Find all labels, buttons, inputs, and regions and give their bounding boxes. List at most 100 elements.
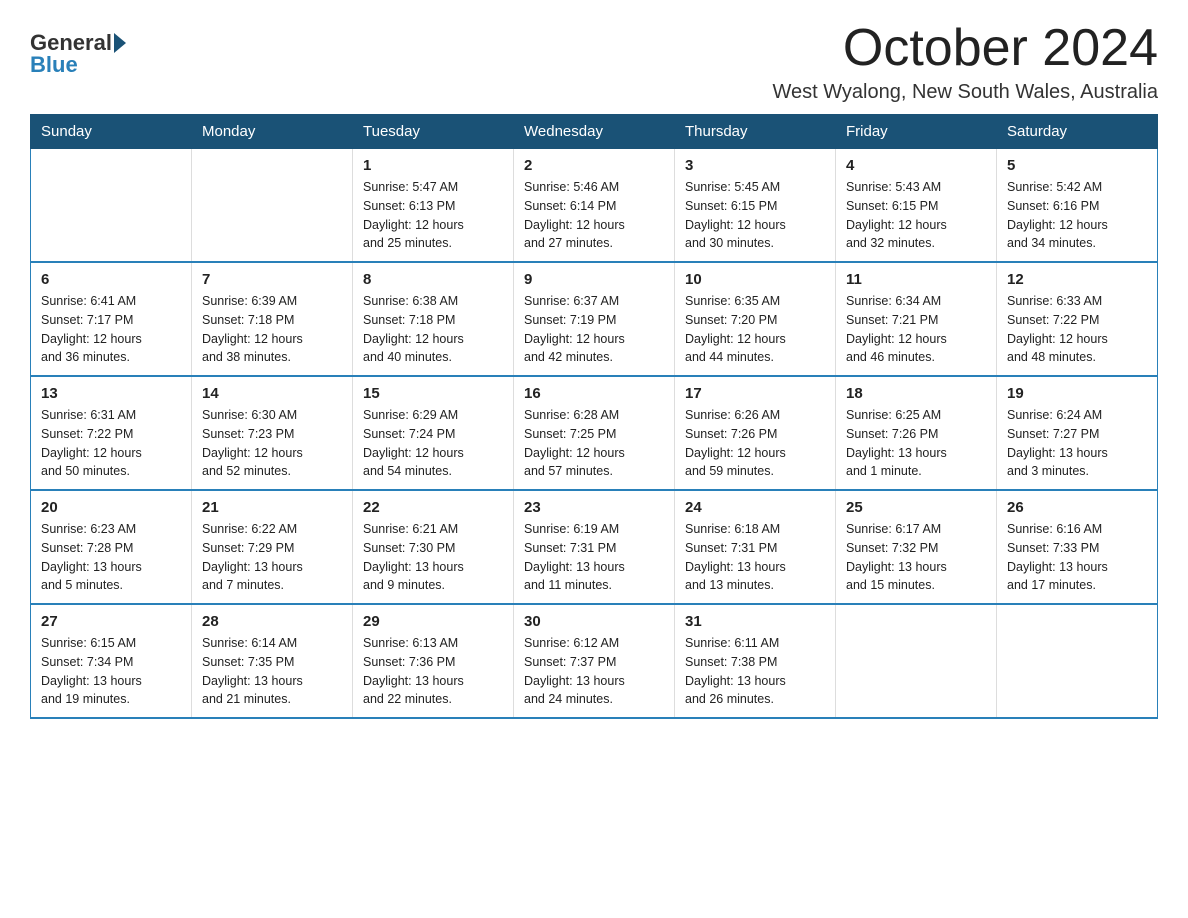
day-number: 5 (1007, 157, 1147, 174)
calendar-cell: 13 Sunrise: 6:31 AM Sunset: 7:22 PM Dayli… (31, 376, 192, 490)
day-info: Sunrise: 5:46 AM Sunset: 6:14 PM Dayligh… (524, 178, 664, 253)
day-info: Sunrise: 6:30 AM Sunset: 7:23 PM Dayligh… (202, 406, 342, 481)
calendar-cell: 24 Sunrise: 6:18 AM Sunset: 7:31 PM Dayli… (675, 490, 836, 604)
day-number: 23 (524, 499, 664, 516)
day-info: Sunrise: 6:31 AM Sunset: 7:22 PM Dayligh… (41, 406, 181, 481)
title-block: October 2024 West Wyalong, New South Wal… (772, 20, 1158, 104)
calendar-cell: 26Sunrise: 6:16 AM Sunset: 7:33 PM Dayli… (997, 490, 1158, 604)
day-number: 4 (846, 157, 986, 174)
day-number: 19 (1007, 385, 1147, 402)
day-number: 24 (685, 499, 825, 516)
day-number: 8 (363, 271, 503, 288)
day-info: Sunrise: 6:34 AM Sunset: 7:21 PM Dayligh… (846, 292, 986, 367)
day-info: Sunrise: 5:42 AM Sunset: 6:16 PM Dayligh… (1007, 178, 1147, 253)
column-header-sunday: Sunday (31, 115, 192, 149)
day-info: Sunrise: 6:41 AM Sunset: 7:17 PM Dayligh… (41, 292, 181, 367)
calendar-cell (192, 149, 353, 263)
day-number: 13 (41, 385, 181, 402)
day-number: 14 (202, 385, 342, 402)
day-number: 17 (685, 385, 825, 402)
calendar-cell: 14 Sunrise: 6:30 AM Sunset: 7:23 PM Dayli… (192, 376, 353, 490)
day-number: 6 (41, 271, 181, 288)
calendar-cell: 23 Sunrise: 6:19 AM Sunset: 7:31 PM Dayli… (514, 490, 675, 604)
day-info: Sunrise: 6:12 AM Sunset: 7:37 PM Dayligh… (524, 634, 664, 709)
calendar-cell (997, 604, 1158, 718)
calendar-cell: 2Sunrise: 5:46 AM Sunset: 6:14 PM Daylig… (514, 149, 675, 263)
calendar-cell: 15 Sunrise: 6:29 AM Sunset: 7:24 PM Dayli… (353, 376, 514, 490)
column-header-wednesday: Wednesday (514, 115, 675, 149)
page-header: General Blue October 2024 West Wyalong, … (30, 20, 1158, 104)
calendar-cell: 5 Sunrise: 5:42 AM Sunset: 6:16 PM Daylig… (997, 149, 1158, 263)
calendar-cell: 16Sunrise: 6:28 AM Sunset: 7:25 PM Dayli… (514, 376, 675, 490)
day-number: 21 (202, 499, 342, 516)
month-title: October 2024 (772, 20, 1158, 77)
day-info: Sunrise: 6:16 AM Sunset: 7:33 PM Dayligh… (1007, 520, 1147, 595)
calendar-cell: 8 Sunrise: 6:38 AM Sunset: 7:18 PM Daylig… (353, 262, 514, 376)
day-number: 3 (685, 157, 825, 174)
day-info: Sunrise: 6:33 AM Sunset: 7:22 PM Dayligh… (1007, 292, 1147, 367)
logo-blue-text: Blue (30, 52, 126, 78)
calendar-cell: 12 Sunrise: 6:33 AM Sunset: 7:22 PM Dayli… (997, 262, 1158, 376)
calendar-cell (31, 149, 192, 263)
day-info: Sunrise: 6:15 AM Sunset: 7:34 PM Dayligh… (41, 634, 181, 709)
day-info: Sunrise: 6:19 AM Sunset: 7:31 PM Dayligh… (524, 520, 664, 595)
calendar-cell: 17Sunrise: 6:26 AM Sunset: 7:26 PM Dayli… (675, 376, 836, 490)
calendar-cell: 1 Sunrise: 5:47 AM Sunset: 6:13 PM Daylig… (353, 149, 514, 263)
day-number: 29 (363, 613, 503, 630)
calendar-cell: 30 Sunrise: 6:12 AM Sunset: 7:37 PM Dayli… (514, 604, 675, 718)
day-info: Sunrise: 6:37 AM Sunset: 7:19 PM Dayligh… (524, 292, 664, 367)
calendar-cell: 4 Sunrise: 5:43 AM Sunset: 6:15 PM Daylig… (836, 149, 997, 263)
day-number: 7 (202, 271, 342, 288)
day-number: 30 (524, 613, 664, 630)
day-number: 16 (524, 385, 664, 402)
calendar-cell: 29 Sunrise: 6:13 AM Sunset: 7:36 PM Dayli… (353, 604, 514, 718)
calendar-cell: 3 Sunrise: 5:45 AM Sunset: 6:15 PM Daylig… (675, 149, 836, 263)
day-info: Sunrise: 6:11 AM Sunset: 7:38 PM Dayligh… (685, 634, 825, 709)
day-info: Sunrise: 6:13 AM Sunset: 7:36 PM Dayligh… (363, 634, 503, 709)
calendar-cell: 28 Sunrise: 6:14 AM Sunset: 7:35 PM Dayli… (192, 604, 353, 718)
calendar-cell (836, 604, 997, 718)
day-number: 25 (846, 499, 986, 516)
calendar-week-3: 13 Sunrise: 6:31 AM Sunset: 7:22 PM Dayli… (31, 376, 1158, 490)
day-number: 28 (202, 613, 342, 630)
calendar-week-4: 20Sunrise: 6:23 AM Sunset: 7:28 PM Dayli… (31, 490, 1158, 604)
day-number: 27 (41, 613, 181, 630)
day-info: Sunrise: 6:25 AM Sunset: 7:26 PM Dayligh… (846, 406, 986, 481)
calendar-table: SundayMondayTuesdayWednesdayThursdayFrid… (30, 114, 1158, 719)
day-number: 12 (1007, 271, 1147, 288)
day-info: Sunrise: 5:45 AM Sunset: 6:15 PM Dayligh… (685, 178, 825, 253)
calendar-week-1: 1 Sunrise: 5:47 AM Sunset: 6:13 PM Daylig… (31, 149, 1158, 263)
day-number: 11 (846, 271, 986, 288)
calendar-cell: 11 Sunrise: 6:34 AM Sunset: 7:21 PM Dayli… (836, 262, 997, 376)
calendar-cell: 10 Sunrise: 6:35 AM Sunset: 7:20 PM Dayli… (675, 262, 836, 376)
day-info: Sunrise: 6:17 AM Sunset: 7:32 PM Dayligh… (846, 520, 986, 595)
calendar-cell: 20Sunrise: 6:23 AM Sunset: 7:28 PM Dayli… (31, 490, 192, 604)
day-number: 10 (685, 271, 825, 288)
day-info: Sunrise: 6:18 AM Sunset: 7:31 PM Dayligh… (685, 520, 825, 595)
calendar-cell: 31Sunrise: 6:11 AM Sunset: 7:38 PM Dayli… (675, 604, 836, 718)
calendar-cell: 27 Sunrise: 6:15 AM Sunset: 7:34 PM Dayli… (31, 604, 192, 718)
day-info: Sunrise: 6:35 AM Sunset: 7:20 PM Dayligh… (685, 292, 825, 367)
column-header-thursday: Thursday (675, 115, 836, 149)
day-number: 18 (846, 385, 986, 402)
day-info: Sunrise: 6:39 AM Sunset: 7:18 PM Dayligh… (202, 292, 342, 367)
day-info: Sunrise: 5:47 AM Sunset: 6:13 PM Dayligh… (363, 178, 503, 253)
day-info: Sunrise: 6:22 AM Sunset: 7:29 PM Dayligh… (202, 520, 342, 595)
calendar-header-row: SundayMondayTuesdayWednesdayThursdayFrid… (31, 115, 1158, 149)
day-number: 22 (363, 499, 503, 516)
calendar-cell: 19 Sunrise: 6:24 AM Sunset: 7:27 PM Dayli… (997, 376, 1158, 490)
day-number: 15 (363, 385, 503, 402)
calendar-cell: 6 Sunrise: 6:41 AM Sunset: 7:17 PM Daylig… (31, 262, 192, 376)
day-info: Sunrise: 6:14 AM Sunset: 7:35 PM Dayligh… (202, 634, 342, 709)
day-info: Sunrise: 6:24 AM Sunset: 7:27 PM Dayligh… (1007, 406, 1147, 481)
calendar-cell: 25 Sunrise: 6:17 AM Sunset: 7:32 PM Dayli… (836, 490, 997, 604)
day-info: Sunrise: 5:43 AM Sunset: 6:15 PM Dayligh… (846, 178, 986, 253)
day-info: Sunrise: 6:29 AM Sunset: 7:24 PM Dayligh… (363, 406, 503, 481)
location-title: West Wyalong, New South Wales, Australia (772, 81, 1158, 104)
day-info: Sunrise: 6:38 AM Sunset: 7:18 PM Dayligh… (363, 292, 503, 367)
column-header-friday: Friday (836, 115, 997, 149)
calendar-cell: 9Sunrise: 6:37 AM Sunset: 7:19 PM Daylig… (514, 262, 675, 376)
column-header-monday: Monday (192, 115, 353, 149)
column-header-tuesday: Tuesday (353, 115, 514, 149)
day-number: 1 (363, 157, 503, 174)
